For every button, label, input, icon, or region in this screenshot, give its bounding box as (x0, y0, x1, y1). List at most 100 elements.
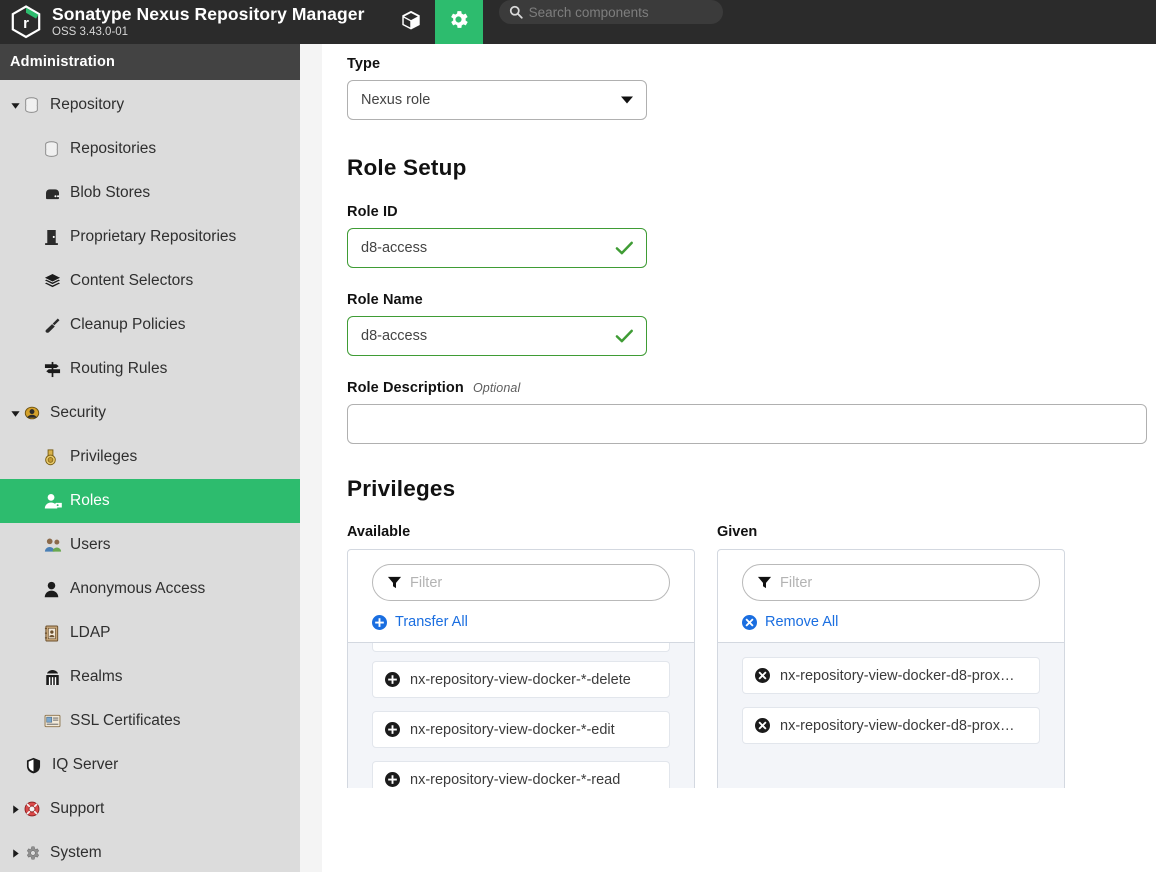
available-filter-input[interactable]: Filter (372, 564, 670, 601)
sidebar-item-repositories[interactable]: Repositories (0, 127, 300, 171)
caret-down-icon[interactable] (6, 100, 24, 111)
sidebar-title: Administration (0, 44, 300, 80)
sidebar-item-label: Users (70, 536, 110, 554)
sidebar-item-repository[interactable]: Repository (0, 83, 300, 127)
app-title: Sonatype Nexus Repository Manager (52, 5, 365, 24)
sidebar-item-blob-stores[interactable]: Blob Stores (0, 171, 300, 215)
sidebar-item-roles[interactable]: Roles (0, 479, 300, 523)
given-filter-input[interactable]: Filter (742, 564, 1040, 601)
privileges-transfer-list: Available Filter (347, 524, 1146, 788)
available-filter-placeholder: Filter (410, 575, 442, 591)
sidebar-item-content-selectors[interactable]: Content Selectors (0, 259, 300, 303)
sidebar-item-label: Cleanup Policies (70, 316, 185, 334)
sidebar-item-label: Anonymous Access (70, 580, 205, 598)
svg-text:r: r (23, 15, 29, 32)
sidebar-item-users[interactable]: Users (0, 523, 300, 567)
door-icon (44, 229, 70, 246)
medal-icon (44, 449, 70, 466)
caret-right-icon[interactable] (6, 848, 24, 859)
role-id-label: Role ID (347, 204, 1146, 220)
sidebar-item-support[interactable]: Support (0, 787, 300, 831)
type-select[interactable]: Nexus role (347, 80, 647, 120)
privilege-item[interactable]: nx-repository-view-docker-d8-prox… (742, 707, 1040, 744)
sidebar-item-anonymous-access[interactable]: Anonymous Access (0, 567, 300, 611)
given-privileges-pane: Given Filter (717, 524, 1065, 788)
sidebar-item-ssl-certificates[interactable]: SSL Certificates (0, 699, 300, 743)
sidebar-item-label: Blob Stores (70, 184, 150, 202)
lifebuoy-icon (24, 801, 50, 817)
search-icon (509, 5, 523, 19)
sidebar-gutter (300, 44, 322, 872)
available-privileges-list[interactable]: nx-repository-view-docker-*-delete nx-rep… (347, 643, 695, 788)
role-create-form: Type Nexus role Role Setup Role ID d8-ac… (322, 44, 1156, 872)
admin-sidebar: Administration Repository Repositories Blo… (0, 44, 300, 872)
sidebar-item-label: Repositories (70, 140, 156, 158)
transfer-all-button[interactable]: Transfer All (372, 614, 670, 630)
certificate-icon (44, 714, 70, 728)
x-circle-icon (755, 668, 770, 683)
shield-icon (26, 757, 52, 774)
broom-icon (44, 317, 70, 334)
available-pane-title: Available (347, 524, 695, 540)
remove-all-label: Remove All (765, 614, 838, 630)
search-input[interactable]: Search components (529, 5, 649, 20)
app-logo[interactable]: r (0, 0, 52, 44)
sidebar-nav-list: Repository Repositories Blob Stores Proprie… (0, 80, 300, 872)
privilege-item[interactable]: nx-repository-view-docker-*-read (372, 761, 670, 788)
browse-button[interactable] (387, 0, 435, 44)
type-label: Type (347, 56, 1146, 72)
clipped-list-item[interactable] (372, 643, 670, 652)
role-id-input[interactable]: d8-access (347, 228, 647, 268)
available-pane-header: Filter Transfer All (347, 549, 695, 643)
database-icon (24, 97, 50, 114)
privilege-item[interactable]: nx-repository-view-docker-*-edit (372, 711, 670, 748)
sidebar-item-iq-server[interactable]: IQ Server (0, 743, 300, 787)
x-circle-icon (755, 718, 770, 733)
administration-button[interactable] (435, 0, 483, 44)
role-name-input[interactable]: d8-access (347, 316, 647, 356)
privilege-item[interactable]: nx-repository-view-docker-*-delete (372, 661, 670, 698)
caret-down-icon[interactable] (6, 408, 24, 419)
search-components-box[interactable]: Search components (499, 0, 723, 24)
sidebar-item-cleanup-policies[interactable]: Cleanup Policies (0, 303, 300, 347)
role-description-label-text: Role Description (347, 380, 464, 396)
sidebar-item-label: Privileges (70, 448, 137, 466)
type-select-wrapper: Nexus role (347, 80, 647, 120)
caret-right-icon[interactable] (6, 804, 24, 815)
nexus-repository-manager-app: r Sonatype Nexus Repository Manager OSS … (0, 0, 1156, 872)
gear-icon (447, 8, 470, 36)
role-id-value: d8-access (361, 240, 427, 256)
sidebar-item-label: Routing Rules (70, 360, 167, 378)
drive-icon (44, 187, 70, 200)
role-name-label: Role Name (347, 292, 1146, 308)
transfer-all-label: Transfer All (395, 614, 468, 630)
sidebar-item-realms[interactable]: Realms (0, 655, 300, 699)
available-privileges-pane: Available Filter (347, 524, 695, 788)
optional-tag: Optional (473, 381, 520, 395)
sidebar-item-privileges[interactable]: Privileges (0, 435, 300, 479)
sidebar-item-ldap[interactable]: LDAP (0, 611, 300, 655)
role-description-input[interactable] (347, 404, 1147, 444)
sidebar-item-security[interactable]: Security (0, 391, 300, 435)
remove-all-button[interactable]: Remove All (742, 614, 1040, 630)
checkmark-icon (615, 328, 634, 344)
role-description-label: Role Description Optional (347, 380, 1146, 396)
sidebar-item-label: Security (50, 404, 106, 422)
role-name-value: d8-access (361, 328, 427, 344)
cog-icon (24, 845, 50, 861)
given-pane-title: Given (717, 524, 1065, 540)
given-privileges-list[interactable]: nx-repository-view-docker-d8-prox… nx-rep… (717, 643, 1065, 788)
castle-icon (44, 669, 70, 686)
privilege-item-label: nx-repository-view-docker-*-delete (410, 672, 631, 688)
sidebar-item-system[interactable]: System (0, 831, 300, 872)
person-icon (44, 581, 70, 598)
given-filter-placeholder: Filter (780, 575, 812, 591)
privileges-heading: Privileges (347, 476, 1146, 502)
privilege-item[interactable]: nx-repository-view-docker-d8-prox… (742, 657, 1040, 694)
sidebar-item-routing-rules[interactable]: Routing Rules (0, 347, 300, 391)
nexus-hexagon-logo-icon: r (11, 5, 41, 39)
sidebar-item-proprietary-repositories[interactable]: Proprietary Repositories (0, 215, 300, 259)
checkmark-icon (615, 240, 634, 256)
sidebar-item-label: SSL Certificates (70, 712, 181, 730)
app-version: OSS 3.43.0-01 (52, 25, 365, 39)
